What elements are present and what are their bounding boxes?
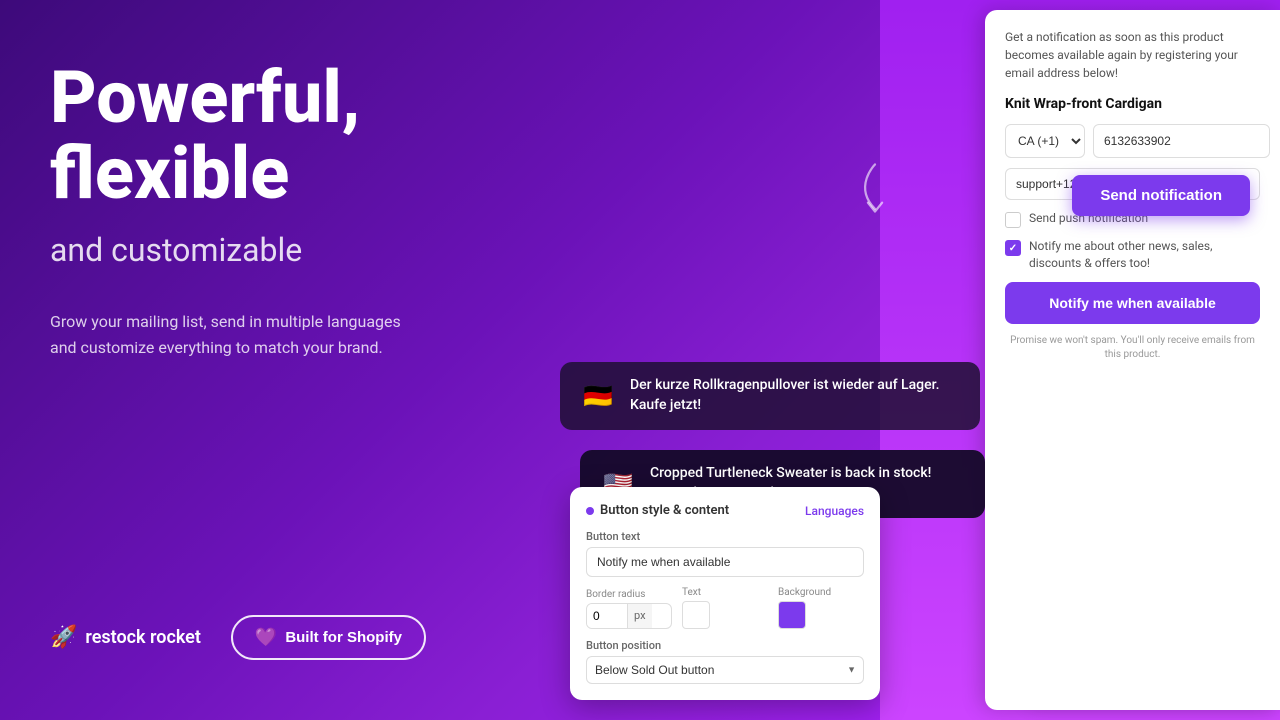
languages-link[interactable]: Languages	[805, 504, 864, 518]
phone-number-input[interactable]	[1093, 124, 1270, 158]
middle-panel: 🇩🇪 Der kurze Rollkragenpullover ist wied…	[530, 0, 985, 720]
hero-text: Powerful, flexible and customizable	[50, 60, 480, 269]
border-radius-unit: px	[627, 604, 652, 628]
send-notification-button[interactable]: Send notification	[1072, 175, 1250, 216]
button-position-label: Button position	[586, 639, 864, 652]
rocket-icon: 🚀	[50, 625, 77, 650]
shopify-btn-label: Built for Shopify	[285, 629, 402, 646]
push-notification-checkbox[interactable]	[1005, 212, 1021, 228]
bg-color-swatch[interactable]	[778, 601, 806, 629]
hero-line2: flexible	[50, 131, 289, 216]
border-radius-field: Border radius px	[586, 589, 672, 629]
brand-logo: 🚀 restock rocket	[50, 625, 201, 650]
style-options-row: Border radius px Text Background	[586, 587, 864, 629]
button-text-input[interactable]	[586, 547, 864, 577]
bg-color-field: Background	[778, 587, 864, 629]
bg-color-label: Background	[778, 587, 864, 598]
built-for-shopify-button[interactable]: 💜 Built for Shopify	[231, 615, 426, 660]
form-intro-text: Get a notification as soon as this produ…	[1005, 28, 1260, 82]
hero-subtitle: and customizable	[50, 231, 480, 269]
promise-text: Promise we won't spam. You'll only recei…	[1005, 334, 1260, 362]
german-flag-icon: 🇩🇪	[578, 376, 618, 416]
phone-country-select[interactable]: CA (+1)	[1005, 124, 1085, 158]
border-radius-input: px	[586, 603, 672, 629]
shopify-heart-icon: 💜	[255, 627, 277, 648]
border-radius-label: Border radius	[586, 589, 672, 600]
notify-news-row: Notify me about other news, sales, disco…	[1005, 238, 1260, 272]
text-color-field: Text	[682, 587, 768, 629]
button-text-label: Button text	[586, 530, 864, 543]
notify-news-checkbox[interactable]	[1005, 240, 1021, 256]
left-panel: Powerful, flexible and customizable Grow…	[0, 0, 530, 720]
arrow-decoration	[845, 160, 905, 240]
text-color-swatch[interactable]	[682, 601, 710, 629]
card-header: Button style & content Languages	[586, 503, 864, 518]
text-color-label: Text	[682, 587, 768, 598]
button-position-select[interactable]: Below Sold Out button	[586, 656, 864, 684]
hero-description: Grow your mailing list, send in multiple…	[50, 309, 430, 360]
notify-me-button[interactable]: Notify me when available	[1005, 282, 1260, 324]
notify-news-label: Notify me about other news, sales, disco…	[1029, 238, 1260, 272]
german-notification-text: Der kurze Rollkragenpullover ist wieder …	[630, 376, 962, 415]
brand-name: restock rocket	[85, 627, 200, 648]
button-position-wrapper: Below Sold Out button	[586, 656, 864, 684]
dot-icon	[586, 507, 594, 515]
hero-line1: Powerful,	[50, 55, 360, 140]
phone-input-row: CA (+1)	[1005, 124, 1260, 158]
german-notification-bubble: 🇩🇪 Der kurze Rollkragenpullover ist wied…	[560, 362, 980, 430]
border-radius-value[interactable]	[587, 604, 627, 628]
notification-form-panel: Get a notification as soon as this produ…	[985, 10, 1280, 710]
card-header-title: Button style & content	[586, 503, 729, 518]
product-name: Knit Wrap-front Cardigan	[1005, 96, 1260, 112]
button-style-card: Button style & content Languages Button …	[570, 487, 880, 700]
bottom-bar: 🚀 restock rocket 💜 Built for Shopify	[50, 615, 480, 660]
card-title-label: Button style & content	[600, 503, 729, 518]
